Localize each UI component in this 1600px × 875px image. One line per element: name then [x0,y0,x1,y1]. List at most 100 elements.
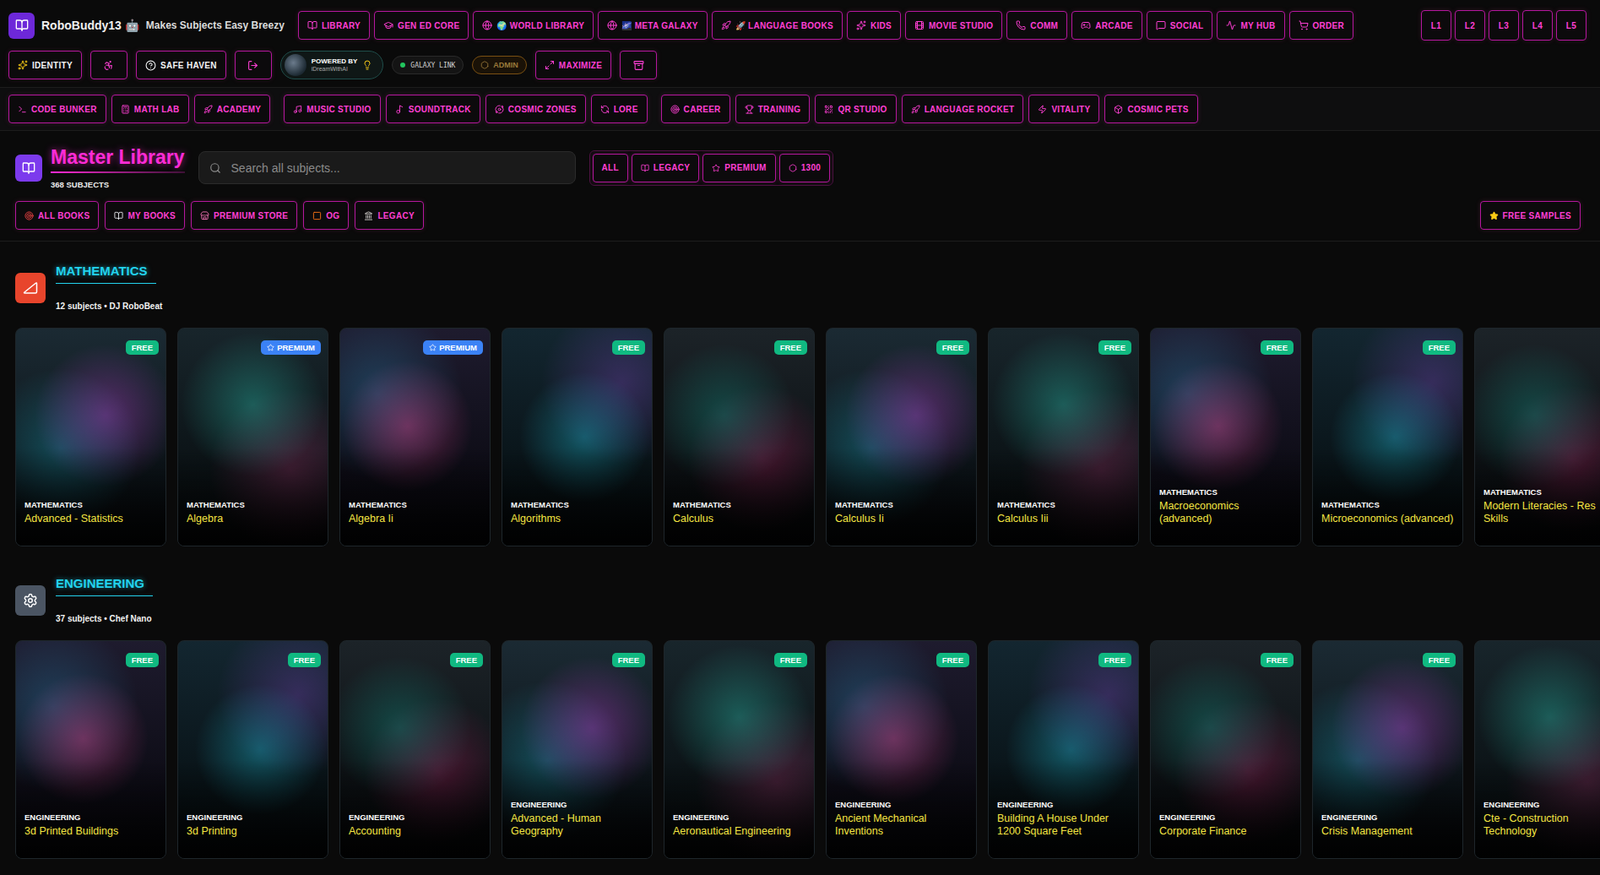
nav-button[interactable]: 🌍 WORLD LIBRARY [472,10,594,40]
section-text: ENGINEERING37 subjects • Chef Nano [55,575,153,625]
subject-card[interactable]: FREEMATHEMATICSAdvanced - Statistics [15,327,167,547]
card-badge: FREE [1422,652,1456,668]
section-meta: 12 subjects • DJ RoboBeat [55,300,163,313]
star-icon [711,163,721,173]
level-button[interactable]: L2 [1454,10,1486,41]
nav-button[interactable]: ARCADE [1071,10,1143,40]
subject-card[interactable]: FREEENGINEERINGCorporate Finance [1149,640,1302,859]
tool-button[interactable]: ACADEMY [194,94,272,124]
filter-group: ALLLEGACYPREMIUM1300 [589,150,835,186]
subject-card[interactable]: FREEENGINEERING3d Printing [177,640,329,859]
subject-card[interactable]: FREEENGINEERINGCrisis Management [1312,640,1464,859]
star-icon [1489,211,1499,221]
level-buttons: L1L2L3L4L5 [1421,10,1587,41]
book-tab[interactable]: PREMIUM STORE [190,200,298,230]
book-icon [21,161,36,175]
card-category: MATHEMATICS [24,499,158,510]
tool-button[interactable]: MUSIC STUDIO [283,94,380,124]
tool-button[interactable]: VITALITY [1028,94,1100,124]
nav-button[interactable]: COMM [1006,10,1068,40]
card-title: Building A House Under 1200 Square Feet [997,812,1130,838]
card-category: MATHEMATICS [997,499,1130,510]
subject-card[interactable]: FREEENGINEERINGAccounting [339,640,491,859]
subject-card[interactable]: FREEENGINEERINGAeronautical Engineering [663,640,815,859]
tool-button[interactable]: LORE [591,94,648,124]
tool-button[interactable]: COSMIC PETS [1104,94,1198,124]
subject-card[interactable]: FREEENGINEERINGAncient Mechanical Invent… [825,640,977,859]
nav-button[interactable]: LIBRARY [298,10,370,40]
card-title: Modern Literacies - Res Skills [1483,499,1600,526]
logout-button[interactable] [234,50,272,80]
subject-card[interactable]: FREEMATHEMATICSMacroeconomics (advanced) [1149,327,1302,547]
tool-button[interactable]: CODE BUNKER [8,94,107,124]
subject-card[interactable]: MATHEMATICSModern Literacies - Res Skill… [1474,327,1600,547]
card-badge: FREE [1260,652,1294,668]
card-title: Calculus Iii [997,512,1130,526]
tool-button[interactable]: COSMIC ZONES [485,94,586,124]
level-button[interactable]: L3 [1488,10,1519,41]
card-category: ENGINEERING [24,812,158,822]
card-title: Accounting [348,824,482,838]
free-samples-button[interactable]: FREE SAMPLES [1480,200,1581,230]
subject-card[interactable]: ENGINEERINGCte - Construction Technology [1474,640,1600,859]
tool-button[interactable]: SOUNDTRACK [385,94,481,124]
identity-button[interactable]: IDENTITY [8,50,82,80]
book-tab[interactable]: OG [303,200,349,230]
tool-button[interactable]: MATH LAB [111,94,190,124]
rocket-icon [203,104,213,114]
level-button[interactable]: L1 [1421,10,1452,41]
book-tab[interactable]: LEGACY [354,200,424,230]
book-tab[interactable]: MY BOOKS [104,200,185,230]
admin-pill[interactable]: ADMIN [471,55,527,75]
maximize-button[interactable]: MAXIMIZE [535,50,612,80]
search-input[interactable] [229,160,565,176]
subject-card[interactable]: FREE MATHEMATICS Calculus Iii [987,327,1139,547]
safe-haven-button[interactable]: SAFE HAVEN [135,50,227,80]
subject-card[interactable]: FREEMATHEMATICSCalculus Ii [825,327,977,547]
subject-card[interactable]: PREMIUMMATHEMATICSAlgebra Ii [339,327,491,547]
filter-button[interactable]: ALL [592,153,629,183]
nav-button[interactable]: SOCIAL [1146,10,1214,40]
filter-button[interactable]: LEGACY [631,153,700,183]
subject-card[interactable]: PREMIUMMATHEMATICSAlgebra [177,327,329,547]
nav-button[interactable]: MY HUB [1216,10,1285,40]
subject-card[interactable]: FREEMATHEMATICSMicroeconomics (advanced) [1312,327,1464,547]
subject-card[interactable]: FREEMATHEMATICSCalculus [663,327,815,547]
subject-card[interactable]: FREEENGINEERINGAdvanced - Human Geograph… [501,640,653,859]
subject-card[interactable]: FREEMATHEMATICSAlgorithms [501,327,653,547]
tool-button[interactable]: TRAINING [735,94,811,124]
card-title: Advanced - Human Geography [510,812,644,838]
nav-button[interactable]: 🌌 META GALAXY [597,10,707,40]
card-badge: FREE [936,652,970,668]
tool-button[interactable]: CAREER [661,94,731,124]
nav-button[interactable]: MOVIE STUDIO [905,10,1003,40]
card-badge: FREE [1098,340,1132,355]
nav-button[interactable]: GEN ED CORE [374,10,469,40]
card-title: Advanced - Statistics [24,512,158,526]
tool-group: CODE BUNKERMATH LABACADEMY [8,94,271,124]
tool-button[interactable]: QR STUDIO [814,94,896,124]
nav-button[interactable]: ORDER [1289,10,1355,40]
title-block: Master Library368 SUBJECTS [15,146,185,190]
filter-button[interactable]: 1300 [779,153,830,183]
nav-button[interactable]: 🚀 LANGUAGE BOOKS [711,10,843,40]
level-button[interactable]: L5 [1556,10,1587,41]
filter-button[interactable]: PREMIUM [702,153,776,183]
book-tab[interactable]: ALL BOOKS [15,200,99,230]
card-badge: FREE [612,652,646,668]
maximize-icon [544,59,555,71]
section-text: MATHEMATICS12 subjects • DJ RoboBeat [55,263,163,313]
card-row: FREE MATHEMATICS Advanced - Statistics PREM… [15,327,1600,547]
subject-card[interactable]: FREEENGINEERING3d Printed Buildings [15,640,167,859]
nav-button[interactable]: KIDS [846,10,901,40]
accessibility-button[interactable] [90,50,128,80]
brand[interactable]: RoboBuddy13 🤖Makes Subjects Easy Breezy [8,12,285,39]
galaxy-link[interactable]: GALAXY LINK [391,55,464,75]
card-title: Calculus Ii [835,512,968,526]
tool-button[interactable]: LANGUAGE ROCKET [901,94,1025,124]
subject-card[interactable]: FREEENGINEERINGBuilding A House Under 12… [987,640,1139,859]
powered-by-badge[interactable]: POWERED BYiDreamWithAI [280,50,385,80]
card-title: Algorithms [510,512,644,526]
archive-button[interactable] [619,50,657,80]
level-button[interactable]: L4 [1522,10,1553,41]
